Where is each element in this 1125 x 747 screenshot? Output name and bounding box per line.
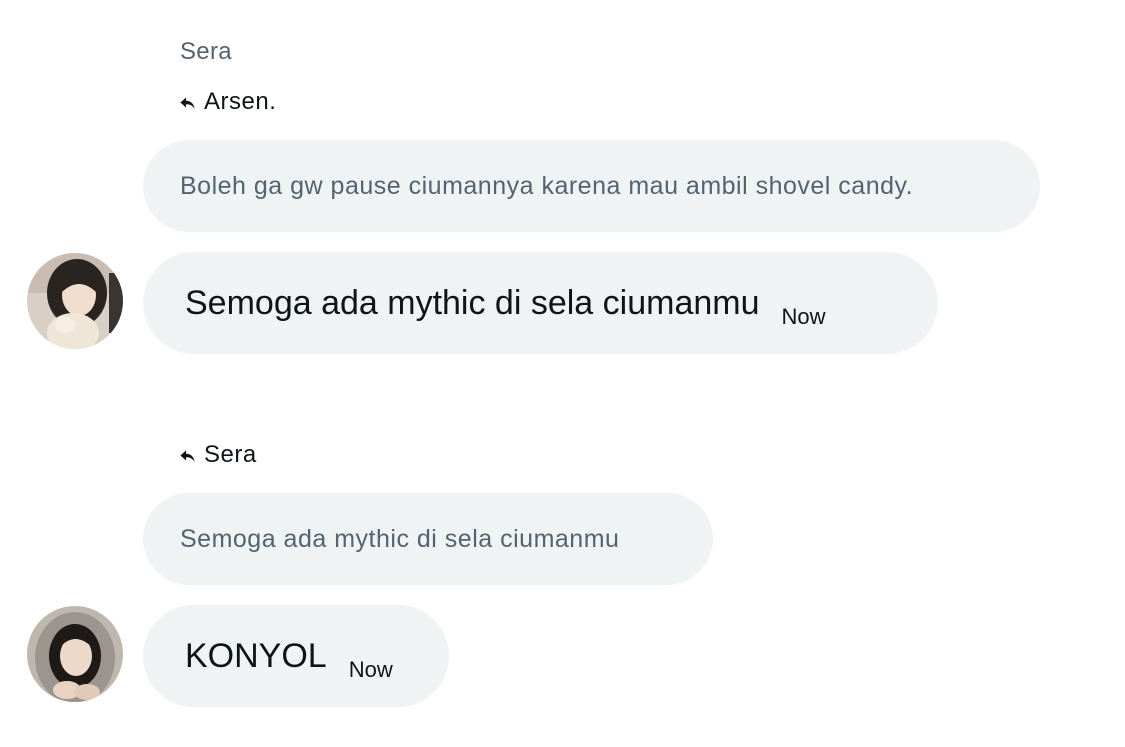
reply-arrow-icon — [179, 447, 196, 464]
message-text: Semoga ada mythic di sela ciumanmu — [185, 283, 760, 322]
message-text: KONYOL — [185, 636, 327, 675]
reply-indicator: Arsen. — [179, 88, 276, 116]
quoted-message[interactable]: Boleh ga gw pause ciumannya karena mau a… — [143, 140, 1040, 232]
sender-avatar[interactable] — [27, 606, 123, 702]
avatar-photo-icon — [27, 253, 123, 349]
reply-to-name: Sera — [204, 441, 257, 468]
message-bubble[interactable]: Semoga ada mythic di sela ciumanmu Now — [143, 252, 938, 354]
reply-arrow-icon — [179, 94, 196, 111]
quoted-message-text: Semoga ada mythic di sela ciumanmu — [180, 524, 620, 553]
sender-avatar[interactable] — [27, 253, 123, 349]
quoted-message[interactable]: Semoga ada mythic di sela ciumanmu — [143, 493, 713, 585]
reply-to-name: Arsen. — [204, 88, 277, 115]
message-timestamp: Now — [781, 304, 826, 329]
quoted-message-text: Boleh ga gw pause ciumannya karena mau a… — [180, 171, 914, 200]
sender-name: Sera — [180, 38, 232, 65]
reply-indicator: Sera — [179, 441, 257, 469]
avatar-photo-icon — [27, 606, 123, 702]
message-timestamp: Now — [348, 657, 393, 682]
message-bubble[interactable]: KONYOL Now — [143, 605, 449, 707]
